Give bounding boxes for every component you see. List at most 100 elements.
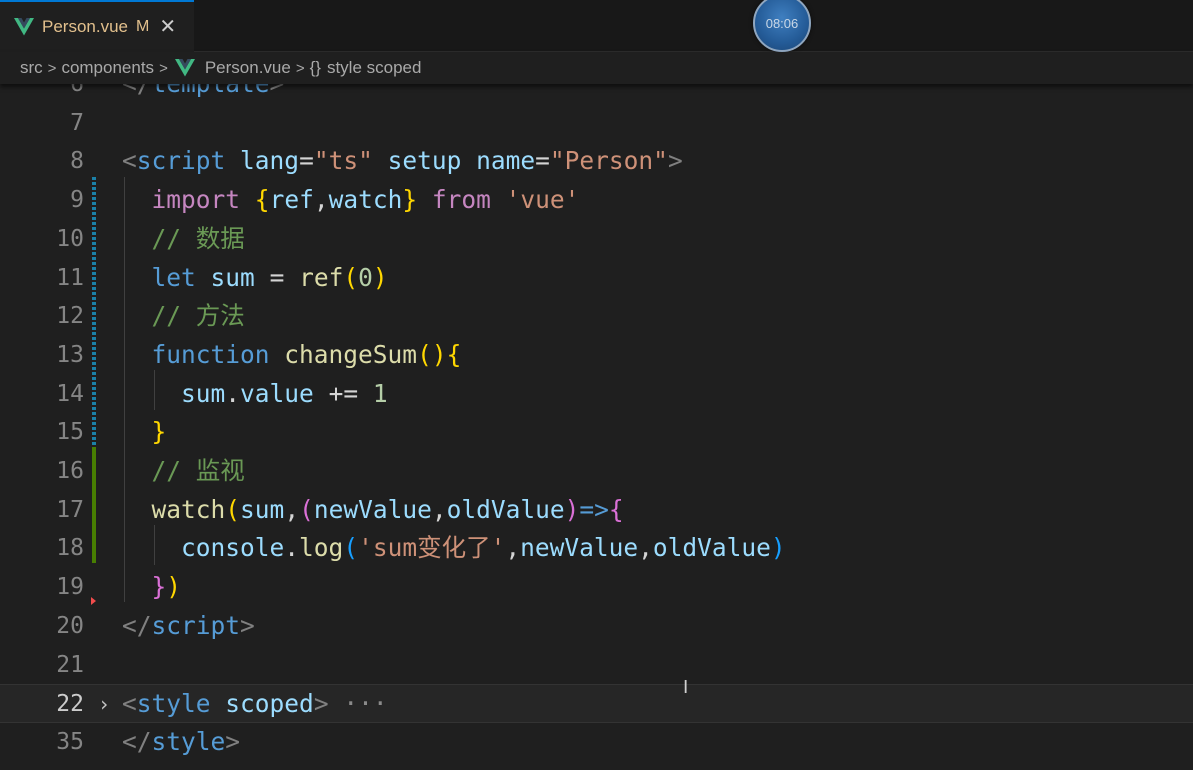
code-token: ) — [564, 494, 580, 524]
code-token: => — [579, 494, 609, 524]
code-text: // 监视 — [122, 452, 245, 491]
code-line[interactable]: 22 › <style scoped> ··· — [0, 684, 1193, 723]
line-number: 8 — [70, 148, 84, 175]
code-text: <script lang="ts" setup name="Person"> — [122, 142, 683, 181]
fold-chevron-icon[interactable]: › — [98, 685, 110, 724]
code-line[interactable]: 13 function changeSum(){ — [0, 336, 1193, 375]
code-token: from — [431, 185, 491, 215]
code-line[interactable]: 15 } — [0, 413, 1193, 452]
code-line[interactable]: 16 // 监视 — [0, 452, 1193, 491]
breadcrumb-item-src[interactable]: src — [20, 58, 43, 78]
code-token: oldValue — [652, 533, 771, 563]
code-token: let — [151, 262, 196, 292]
code-token: lang — [240, 146, 300, 176]
code-token: ) — [166, 572, 182, 602]
code-line[interactable]: 6 </template> — [0, 84, 1193, 104]
breadcrumb-item-style-scoped[interactable]: style scoped — [327, 58, 422, 78]
code-token: . — [225, 378, 241, 408]
tab-bar: Person.vue M ✕ — [0, 0, 1193, 52]
line-number: 19 — [56, 574, 84, 601]
code-editor[interactable]: 35 </style> 22 › <style scoped> ··· 21 20 </scr… — [0, 84, 1193, 770]
code-token: oldValue — [446, 494, 565, 524]
vue-file-icon — [174, 59, 195, 77]
line-number: 18 — [56, 535, 84, 562]
code-line[interactable]: 35 </style> — [0, 723, 1193, 762]
code-line[interactable]: 17 watch(sum,(newValue,oldValue)=>{ — [0, 491, 1193, 530]
code-token: 'sum变化了' — [358, 533, 506, 563]
code-line[interactable]: 10 // 数据 — [0, 220, 1193, 259]
symbol-braces-icon: {} — [309, 58, 321, 77]
chevron-right-icon: > — [47, 59, 57, 77]
code-text: </style> — [122, 723, 240, 762]
code-line[interactable]: 18 console.log('sum变化了',newValue,oldValu… — [0, 529, 1193, 568]
code-token: ( — [343, 533, 359, 563]
code-line[interactable]: 14 sum.value += 1 — [0, 375, 1193, 414]
chevron-right-icon: > — [295, 59, 305, 77]
code-token: 'vue' — [505, 185, 580, 215]
code-text: console.log('sum变化了',newValue,oldValue) — [122, 529, 786, 568]
code-token: script — [151, 610, 241, 640]
code-line[interactable]: 20 </script> — [0, 607, 1193, 646]
line-number: 13 — [56, 341, 84, 368]
code-token: template — [152, 84, 270, 98]
code-line[interactable]: 21 — [0, 646, 1193, 685]
breadcrumb-item-person-vue[interactable]: Person.vue — [205, 58, 291, 78]
editor-tab-person-vue[interactable]: Person.vue M ✕ — [0, 0, 194, 52]
code-text: sum.value += 1 — [122, 375, 388, 414]
code-token: ( — [299, 494, 314, 524]
line-number: 22 — [56, 691, 84, 718]
folded-ellipsis[interactable]: ··· — [329, 689, 387, 718]
code-token: changeSum — [284, 339, 418, 369]
code-token: = — [254, 262, 300, 292]
code-token: ) — [372, 262, 388, 292]
code-line[interactable]: 19 }) — [0, 568, 1193, 607]
line-number: 35 — [56, 728, 84, 755]
line-number: 20 — [56, 612, 84, 639]
code-token: sum — [210, 262, 255, 292]
code-token: "ts" — [313, 146, 373, 176]
code-token: // 数据 — [151, 223, 245, 253]
code-token: watch — [328, 185, 403, 215]
code-token: // 监视 — [151, 456, 245, 485]
code-token: > — [240, 610, 255, 640]
line-number: 7 — [70, 109, 84, 136]
code-line[interactable]: 8 <script lang="ts" setup name="Person"> — [0, 142, 1193, 181]
code-token: value — [240, 378, 314, 408]
code-token: , — [431, 494, 447, 524]
breadcrumb-item-components[interactable]: components — [61, 58, 154, 78]
code-line[interactable]: 12 // 方法 — [0, 297, 1193, 336]
code-token: , — [284, 494, 300, 524]
code-token: setup — [387, 146, 462, 176]
code-token: name — [476, 146, 536, 176]
code-token: > — [313, 689, 329, 719]
close-icon[interactable]: ✕ — [159, 17, 176, 37]
code-token: < — [122, 689, 137, 719]
vue-file-icon — [14, 18, 34, 36]
code-token: function — [151, 339, 270, 369]
code-text: <style scoped> ··· — [122, 685, 388, 724]
code-text: // 方法 — [122, 297, 245, 336]
code-token: { — [254, 185, 270, 215]
code-line[interactable]: 9 import {ref,watch} from 'vue' — [0, 181, 1193, 220]
code-token: console — [181, 533, 285, 563]
code-line[interactable]: 11 let sum = ref(0) — [0, 259, 1193, 298]
line-number: 10 — [56, 225, 84, 252]
code-text: </script> — [122, 607, 255, 646]
code-line[interactable]: 7 — [0, 104, 1193, 143]
code-text: function changeSum(){ — [122, 336, 462, 375]
modified-badge: M — [136, 18, 150, 35]
code-text: </template> — [122, 84, 284, 104]
code-token: ref — [299, 262, 344, 292]
